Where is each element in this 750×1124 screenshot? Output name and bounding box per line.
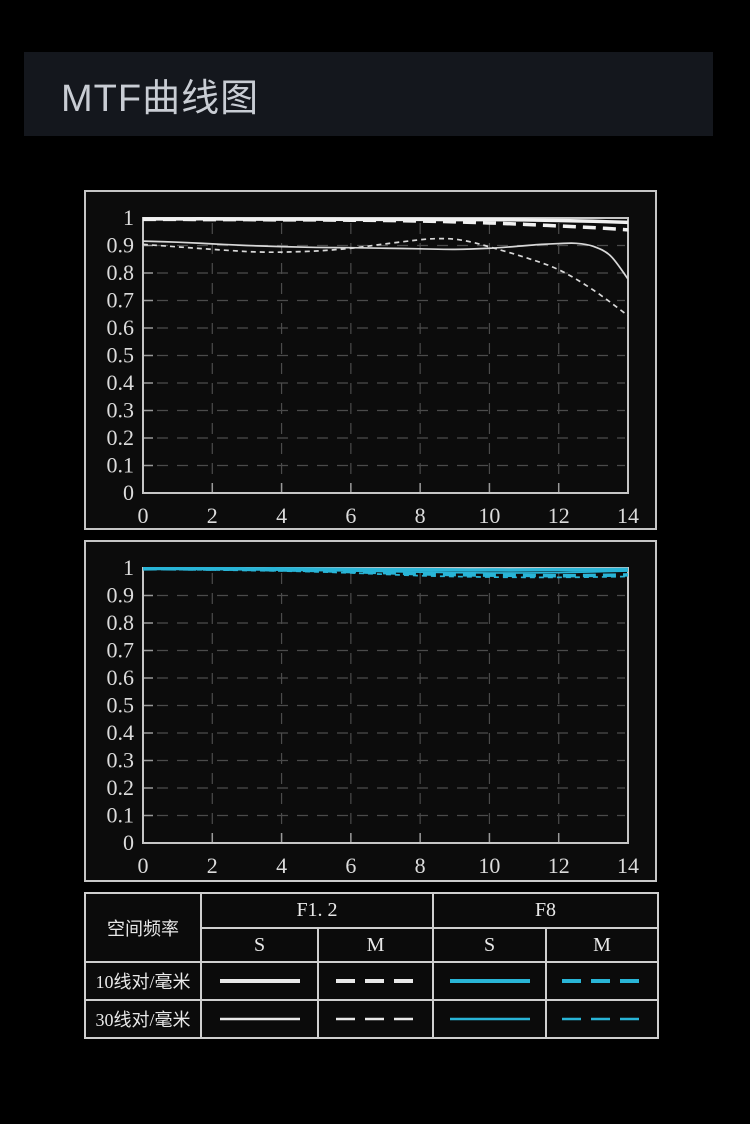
swatch-f1-2-s-10lp — [201, 962, 318, 1000]
legend-row-10lp: 10线对/毫米 — [85, 962, 658, 1000]
svg-text:10: 10 — [478, 503, 500, 528]
svg-text:0.6: 0.6 — [107, 315, 135, 340]
svg-text:0.7: 0.7 — [107, 288, 135, 313]
legend-table: 空间频率 F1. 2 F8 S M S M 10线对/毫米 30线对/毫米 — [84, 892, 659, 1039]
svg-text:10: 10 — [478, 853, 500, 878]
swatch-f1-2-s-30lp — [201, 1000, 318, 1038]
line-swatch-icon — [333, 1015, 419, 1023]
line-swatch-icon — [333, 977, 419, 985]
svg-text:12: 12 — [548, 503, 570, 528]
swatch-f8-s-30lp — [433, 1000, 546, 1038]
legend-col-f1-2-s: S — [201, 928, 318, 962]
legend-row-30lp-label: 30线对/毫米 — [85, 1000, 201, 1038]
swatch-f8-m-10lp — [546, 962, 658, 1000]
svg-text:0: 0 — [123, 830, 134, 855]
svg-text:4: 4 — [276, 853, 287, 878]
legend-col-f8-m: M — [546, 928, 658, 962]
svg-text:6: 6 — [345, 503, 356, 528]
line-swatch-icon — [447, 977, 533, 985]
swatch-f1-2-m-30lp — [318, 1000, 433, 1038]
legend-col-f1-2-m: M — [318, 928, 433, 962]
svg-text:4: 4 — [276, 503, 287, 528]
line-swatch-icon — [559, 977, 645, 985]
line-swatch-icon — [447, 1015, 533, 1023]
svg-text:0.8: 0.8 — [107, 610, 135, 635]
svg-text:0.1: 0.1 — [107, 453, 135, 478]
svg-text:1: 1 — [123, 555, 134, 580]
svg-text:0.3: 0.3 — [107, 748, 135, 773]
svg-text:0.4: 0.4 — [107, 370, 135, 395]
line-swatch-icon — [217, 1015, 303, 1023]
svg-text:14: 14 — [617, 503, 639, 528]
legend-group-f8: F8 — [433, 893, 658, 928]
svg-text:8: 8 — [415, 853, 426, 878]
page-title: MTF曲线图 — [61, 67, 259, 122]
svg-text:0.5: 0.5 — [107, 693, 135, 718]
title-bar: MTF曲线图 — [24, 52, 713, 136]
legend-row-30lp: 30线对/毫米 — [85, 1000, 658, 1038]
swatch-f1-2-m-10lp — [318, 962, 433, 1000]
mtf-chart-f1-2-canvas: 00.10.20.30.40.50.60.70.80.9102468101214 — [84, 190, 657, 530]
svg-text:0.8: 0.8 — [107, 260, 135, 285]
svg-text:0.4: 0.4 — [107, 720, 135, 745]
line-swatch-icon — [217, 977, 303, 985]
svg-text:2: 2 — [207, 853, 218, 878]
svg-text:0.2: 0.2 — [107, 425, 135, 450]
svg-text:0: 0 — [138, 853, 149, 878]
page: { "header": { "title": "MTF曲线图" }, "colo… — [0, 0, 750, 1124]
legend-group-f1-2: F1. 2 — [201, 893, 433, 928]
svg-text:0.9: 0.9 — [107, 583, 135, 608]
svg-text:8: 8 — [415, 503, 426, 528]
swatch-f8-s-10lp — [433, 962, 546, 1000]
svg-text:0.1: 0.1 — [107, 803, 135, 828]
svg-text:6: 6 — [345, 853, 356, 878]
mtf-chart-f8-canvas: 00.10.20.30.40.50.60.70.80.9102468101214 — [84, 540, 657, 882]
svg-text:0.5: 0.5 — [107, 343, 135, 368]
svg-text:2: 2 — [207, 503, 218, 528]
svg-text:0.6: 0.6 — [107, 665, 135, 690]
svg-text:0.7: 0.7 — [107, 638, 135, 663]
svg-text:12: 12 — [548, 853, 570, 878]
svg-text:0.2: 0.2 — [107, 775, 135, 800]
line-swatch-icon — [559, 1015, 645, 1023]
svg-text:14: 14 — [617, 853, 639, 878]
svg-text:1: 1 — [123, 205, 134, 230]
legend-col-f8-s: S — [433, 928, 546, 962]
svg-text:0.3: 0.3 — [107, 398, 135, 423]
swatch-f8-m-30lp — [546, 1000, 658, 1038]
mtf-chart-f8: 00.10.20.30.40.50.60.70.80.9102468101214 — [84, 540, 657, 882]
svg-text:0.9: 0.9 — [107, 233, 135, 258]
legend-row-10lp-label: 10线对/毫米 — [85, 962, 201, 1000]
legend-corner-label: 空间频率 — [85, 893, 201, 962]
mtf-chart-f1-2: 00.10.20.30.40.50.60.70.80.9102468101214 — [84, 190, 657, 530]
svg-text:0: 0 — [123, 480, 134, 505]
svg-text:0: 0 — [138, 503, 149, 528]
